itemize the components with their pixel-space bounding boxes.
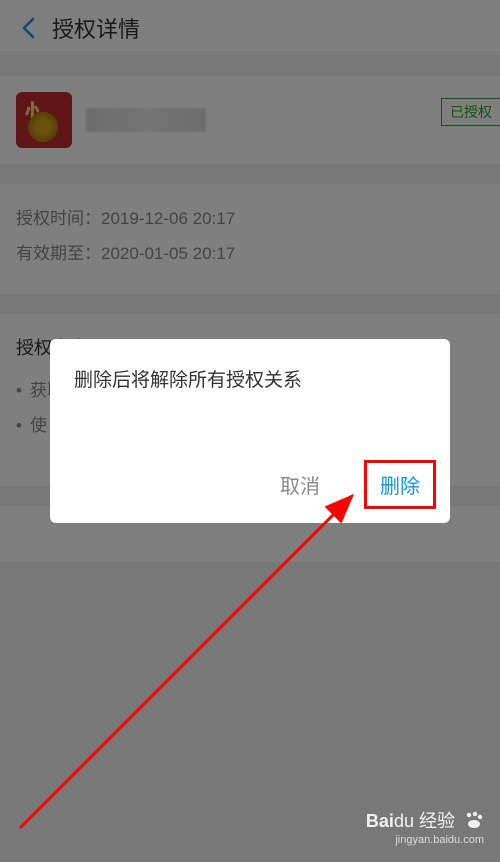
delete-button[interactable]: 删除 <box>370 464 430 505</box>
watermark: Baidu 经验 jingyan.baidu.com <box>366 807 484 846</box>
dialog-actions: 取消 删除 <box>50 456 450 523</box>
confirm-dialog: 删除后将解除所有授权关系 取消 删除 <box>50 339 450 523</box>
modal-overlay: 删除后将解除所有授权关系 取消 删除 <box>0 0 500 862</box>
dialog-message: 删除后将解除所有授权关系 <box>50 367 450 456</box>
paw-icon <box>464 811 484 834</box>
cancel-button[interactable]: 取消 <box>270 464 330 505</box>
